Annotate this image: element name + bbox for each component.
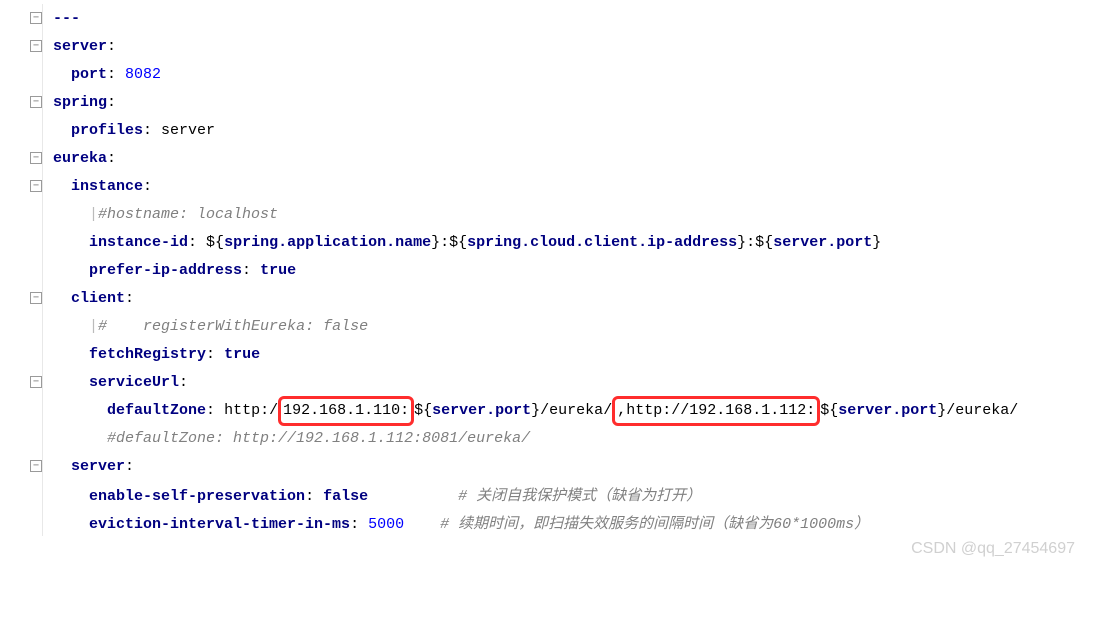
code-line: defaultZone: http:/192.168.1.110:${serve… bbox=[43, 402, 1093, 419]
code-line: profiles: server bbox=[43, 122, 1093, 139]
code-editor[interactable]: − --- − server: port: 8082 − spring: pro… bbox=[0, 0, 1093, 566]
code-line: |#hostname: localhost bbox=[43, 206, 1093, 223]
code-line: eureka: bbox=[43, 150, 1093, 167]
code-line: enable-self-preservation: false # 关闭自我保护… bbox=[43, 484, 1093, 505]
fold-toggle[interactable]: − bbox=[30, 460, 42, 472]
highlight-ip-1: 192.168.1.110: bbox=[278, 396, 414, 426]
code-line: prefer-ip-address: true bbox=[43, 262, 1093, 279]
fold-toggle[interactable]: − bbox=[30, 376, 42, 388]
fold-toggle[interactable]: − bbox=[30, 96, 42, 108]
code-line: spring: bbox=[43, 94, 1093, 111]
highlight-ip-2: ,http://192.168.1.112: bbox=[612, 396, 820, 426]
code-line: |# registerWithEureka: false bbox=[43, 318, 1093, 335]
code-line: instance-id: ${spring.application.name}:… bbox=[43, 234, 1093, 251]
code-line: port: 8082 bbox=[43, 66, 1093, 83]
code-line: serviceUrl: bbox=[43, 374, 1093, 391]
fold-toggle[interactable]: − bbox=[30, 292, 42, 304]
fold-gutter: − bbox=[0, 4, 43, 32]
watermark: CSDN @qq_27454697 bbox=[911, 540, 1075, 558]
code-line: server: bbox=[43, 38, 1093, 55]
code-line: eviction-interval-timer-in-ms: 5000 # 续期… bbox=[43, 512, 1093, 533]
fold-toggle[interactable]: − bbox=[30, 180, 42, 192]
fold-toggle[interactable]: − bbox=[30, 40, 42, 52]
code-line: #defaultZone: http://192.168.1.112:8081/… bbox=[43, 430, 1093, 447]
fold-toggle[interactable]: − bbox=[30, 152, 42, 164]
code-line: client: bbox=[43, 290, 1093, 307]
code-line: --- bbox=[43, 10, 1093, 27]
code-line: server: bbox=[43, 458, 1093, 475]
fold-toggle[interactable]: − bbox=[30, 12, 42, 24]
code-line: instance: bbox=[43, 178, 1093, 195]
code-line: fetchRegistry: true bbox=[43, 346, 1093, 363]
